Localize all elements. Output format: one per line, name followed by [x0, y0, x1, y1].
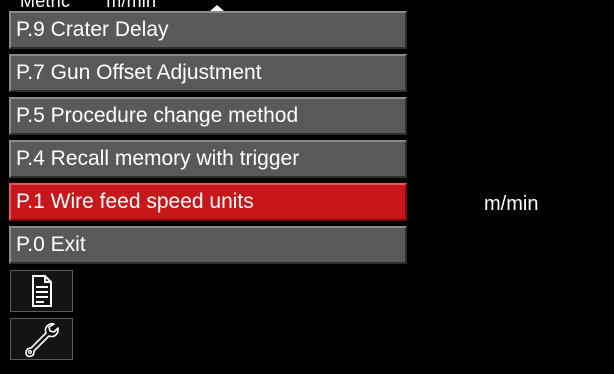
menu-item-gun-offset-adjustment[interactable]: P.7 Gun Offset Adjustment: [9, 54, 407, 92]
parameter-menu: P.9 Crater Delay P.7 Gun Offset Adjustme…: [9, 11, 407, 269]
menu-item-procedure-change-method[interactable]: P.5 Procedure change method: [9, 97, 407, 135]
menu-item-wire-feed-speed-units[interactable]: P.1 Wire feed speed units: [9, 183, 407, 221]
menu-item-crater-delay[interactable]: P.9 Crater Delay: [9, 11, 407, 49]
wrench-icon: [25, 323, 59, 358]
menu-item-exit[interactable]: P.0 Exit: [9, 226, 407, 264]
wrench-tile[interactable]: [10, 318, 73, 360]
menu-item-recall-memory-with-trigger[interactable]: P.4 Recall memory with trigger: [9, 140, 407, 178]
document-icon: [32, 275, 52, 307]
document-tile[interactable]: [10, 270, 73, 312]
selected-value-readout: m/min: [484, 193, 539, 215]
